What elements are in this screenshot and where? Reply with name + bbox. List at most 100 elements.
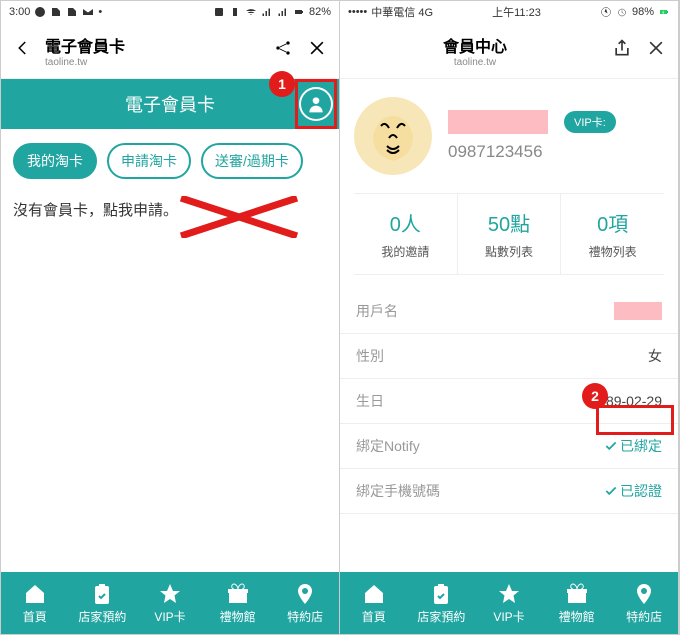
export-button[interactable] [610, 38, 634, 63]
alarm-icon [616, 6, 628, 18]
share-icon [273, 38, 293, 58]
row-birthday[interactable]: 生日 1989-02-29 [340, 379, 678, 424]
nav-gift[interactable]: 禮物館 [204, 572, 272, 634]
nav-home-label: 首頁 [23, 608, 47, 625]
row-gender[interactable]: 性別 女 [340, 334, 678, 379]
check-icon [604, 484, 618, 498]
star-icon [158, 582, 182, 606]
stat-gifts-label: 禮物列表 [565, 243, 660, 260]
row-notify-label: 綁定Notify [356, 436, 420, 456]
battery-charging-icon [658, 6, 670, 18]
bottom-nav: 首頁 店家預約 VIP卡 禮物館 特約店 [340, 572, 678, 634]
nav-booking[interactable]: 店家預約 [69, 572, 137, 634]
right-phone: ••••• 中華電信 4G 上午11:23 98% 會員中心 taoline.t… [340, 1, 679, 634]
status-battery: 82% [309, 6, 331, 18]
avatar[interactable] [354, 97, 432, 175]
page-title: 電子會員卡 [45, 33, 261, 57]
star-icon [497, 582, 521, 606]
teal-title-bar: 電子會員卡 [1, 79, 339, 129]
empty-message[interactable]: 沒有會員卡，點我申請。 [1, 193, 339, 226]
row-notify[interactable]: 綁定Notify 已綁定 [340, 424, 678, 469]
status-bar-left: 3:00 • 82% [1, 1, 339, 23]
tab-review-card[interactable]: 送審/過期卡 [201, 143, 303, 179]
status-time: 上午11:23 [492, 4, 541, 20]
row-username-value-redacted [614, 302, 662, 320]
pin-icon [293, 582, 317, 606]
teal-title-text: 電子會員卡 [125, 91, 215, 117]
nav-booking[interactable]: 店家預約 [408, 572, 476, 634]
nav-vip[interactable]: VIP卡 [136, 572, 204, 634]
nav-gift[interactable]: 禮物館 [543, 572, 611, 634]
close-button[interactable] [644, 38, 668, 63]
compass-icon [600, 6, 612, 18]
nfc-icon [213, 6, 225, 18]
row-gender-value: 女 [648, 346, 662, 366]
chevron-left-icon [14, 39, 32, 57]
wifi-icon [245, 6, 257, 18]
profile-button[interactable] [299, 87, 333, 121]
nav-gift-label: 禮物館 [220, 608, 256, 625]
home-icon [362, 582, 386, 606]
nav-gift-label: 禮物館 [559, 608, 595, 625]
close-icon [307, 38, 327, 58]
home-icon [23, 582, 47, 606]
profile-block: VIP卡: 0987123456 [340, 79, 678, 193]
status-bar-right: ••••• 中華電信 4G 上午11:23 98% [340, 1, 678, 23]
row-notify-status: 已綁定 [604, 436, 662, 456]
row-phone-bind-status: 已認證 [604, 481, 662, 501]
vibrate-icon [229, 6, 241, 18]
nav-home[interactable]: 首頁 [1, 572, 69, 634]
username-redacted [448, 110, 548, 134]
stat-invites[interactable]: 0人 我的邀請 [354, 194, 458, 274]
export-icon [612, 38, 632, 58]
tab-apply-card[interactable]: 申請淘卡 [107, 143, 191, 179]
stat-gifts-value: 0項 [565, 208, 660, 237]
close-button[interactable] [305, 38, 329, 63]
evernote-icon [50, 6, 62, 18]
signal-icon [277, 6, 289, 18]
row-username[interactable]: 用戶名 [340, 289, 678, 334]
status-battery: 98% [632, 6, 654, 18]
nav-vip-label: VIP卡 [493, 608, 524, 625]
stat-gifts[interactable]: 0項 禮物列表 [561, 194, 664, 274]
nav-home[interactable]: 首頁 [340, 572, 408, 634]
status-time: 3:00 [9, 6, 30, 18]
nav-shop-label: 特約店 [287, 608, 323, 625]
battery-icon [293, 6, 305, 18]
stat-points-value: 50點 [462, 208, 557, 237]
row-username-label: 用戶名 [356, 301, 398, 321]
row-phone-bind[interactable]: 綁定手機號碼 已認證 [340, 469, 678, 514]
bottom-nav: 首頁 店家預約 VIP卡 禮物館 特約店 [1, 572, 339, 634]
status-carrier: 中華電信 4G [371, 4, 433, 20]
nav-booking-label: 店家預約 [417, 608, 465, 625]
nav-shop[interactable]: 特約店 [610, 572, 678, 634]
tab-my-cards[interactable]: 我的淘卡 [13, 143, 97, 179]
gmail-icon [82, 6, 94, 18]
more-dots: • [98, 6, 102, 18]
fb-icon [34, 6, 46, 18]
app-header-right: 會員中心 taoline.tw [340, 23, 678, 79]
phone-number: 0987123456 [448, 142, 664, 162]
stat-points[interactable]: 50點 點數列表 [458, 194, 562, 274]
back-button[interactable] [11, 39, 35, 63]
stat-points-label: 點數列表 [462, 243, 557, 260]
left-phone: 3:00 • 82% 電子會員卡 taoline.tw [1, 1, 340, 634]
stats-row: 0人 我的邀請 50點 點數列表 0項 禮物列表 [354, 193, 664, 275]
row-birthday-value: 1989-02-29 [590, 393, 662, 409]
check-icon [604, 439, 618, 453]
app-header-left: 電子會員卡 taoline.tw [1, 23, 339, 79]
gift-icon [565, 582, 589, 606]
evernote-icon [66, 6, 78, 18]
pin-icon [632, 582, 656, 606]
nav-home-label: 首頁 [362, 608, 386, 625]
nav-shop[interactable]: 特約店 [271, 572, 339, 634]
avatar-face-icon [363, 106, 423, 166]
share-button[interactable] [271, 38, 295, 63]
clipboard-icon [90, 582, 114, 606]
page-subtitle: taoline.tw [350, 57, 600, 68]
vip-badge[interactable]: VIP卡: [564, 111, 616, 133]
nav-shop-label: 特約店 [626, 608, 662, 625]
nav-vip[interactable]: VIP卡 [475, 572, 543, 634]
clipboard-icon [429, 582, 453, 606]
signal-icon [261, 6, 273, 18]
